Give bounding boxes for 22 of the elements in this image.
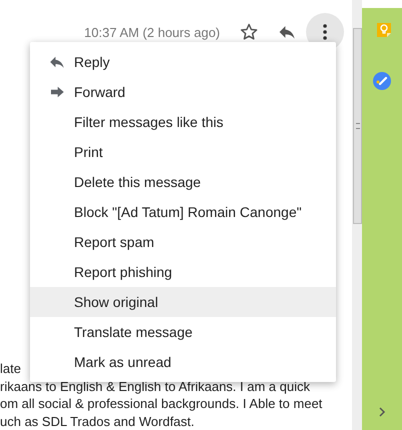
menu-item[interactable]: Print: [30, 137, 336, 167]
message-text: late: [0, 360, 21, 378]
menu-item[interactable]: Forward: [30, 77, 336, 107]
menu-item[interactable]: Report phishing: [30, 257, 336, 287]
message-time: 10:37 AM (2 hours ago): [84, 24, 220, 40]
star-icon: [239, 22, 259, 42]
menu-item[interactable]: Report spam: [30, 227, 336, 257]
message-text: uch as SDL Trados and Wordfast.: [0, 412, 194, 430]
menu-item[interactable]: Reply: [30, 47, 336, 77]
menu-item[interactable]: Translate message: [30, 317, 336, 347]
tasks-icon[interactable]: [373, 72, 391, 90]
message-text: rikaans to English & English to Afrikaans. I am a quick: [0, 378, 310, 395]
menu-item[interactable]: Block "[Ad Tatum] Romain Canonge": [30, 197, 336, 227]
menu-item[interactable]: Mark as unread: [30, 347, 336, 377]
menu-item[interactable]: Show original: [30, 287, 336, 317]
message-text: om all social & professional backgrounds. I Able to meet: [0, 395, 322, 412]
bulb-icon[interactable]: [376, 22, 392, 38]
menu-item[interactable]: Filter messages like this: [30, 107, 336, 137]
chevron-right-icon[interactable]: [378, 406, 386, 418]
menu-item[interactable]: Delete this message: [30, 167, 336, 197]
scrollbar[interactable]: [352, 0, 362, 430]
more-icon: [323, 24, 327, 40]
